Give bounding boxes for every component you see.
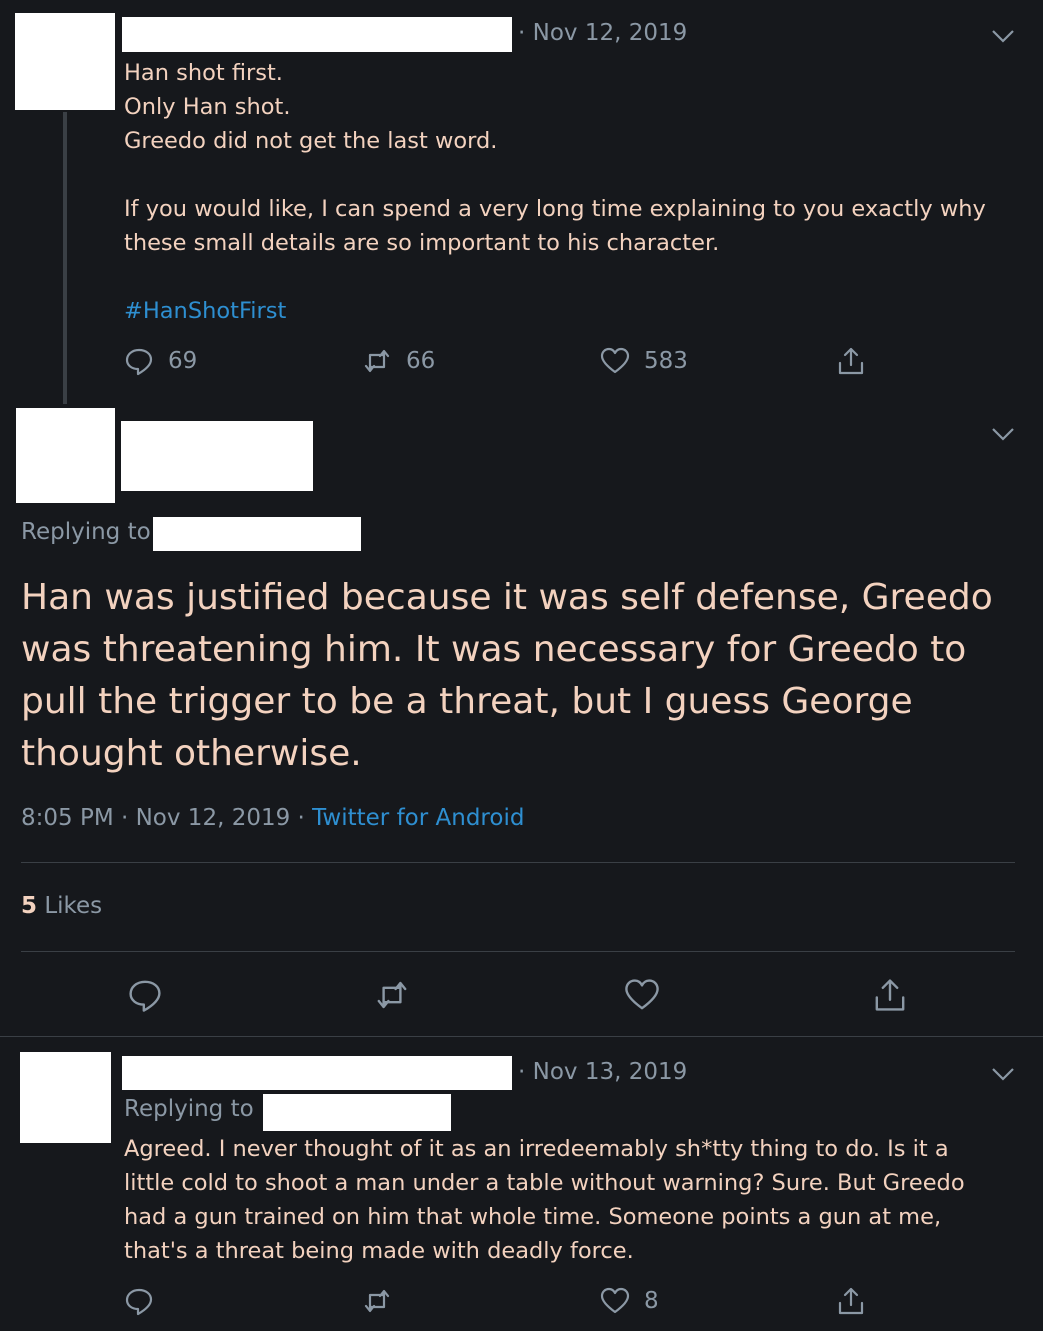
retweet-button[interactable] <box>362 1286 392 1316</box>
share-button[interactable] <box>836 346 866 376</box>
likes-count: 5 <box>21 893 38 919</box>
likes-label: Likes <box>37 893 103 919</box>
replying-to-label: Replying to <box>21 519 151 545</box>
avatar-redacted[interactable] <box>16 408 115 503</box>
hashtag-link[interactable]: #HanShotFirst <box>124 294 286 328</box>
avatar-redacted[interactable] <box>15 13 115 110</box>
share-button[interactable] <box>836 1286 866 1316</box>
tweet-text: Agreed. I never thought of it as an irre… <box>124 1136 965 1264</box>
reply-button[interactable] <box>127 977 163 1013</box>
retweet-icon <box>377 981 407 1009</box>
source-link[interactable]: Twitter for Android <box>312 805 524 831</box>
divider <box>21 862 1015 863</box>
like-button[interactable]: 8 <box>600 1286 659 1316</box>
reply-icon <box>125 1288 153 1316</box>
retweet-button[interactable]: 66 <box>362 346 435 376</box>
tweet-time[interactable]: 8:05 PM · Nov 12, 2019 · <box>21 805 312 831</box>
author-name-redacted[interactable] <box>122 1056 512 1090</box>
replying-to-handle-redacted[interactable] <box>153 517 361 551</box>
reply-button[interactable]: 69 <box>124 346 197 376</box>
tweet-text: Han was justified because it was self de… <box>21 577 993 774</box>
retweet-icon <box>364 1289 390 1313</box>
reply-count: 69 <box>168 348 198 374</box>
retweet-button[interactable] <box>374 977 410 1013</box>
author-name-redacted[interactable] <box>122 17 512 52</box>
tweet-timestamp: 8:05 PM · Nov 12, 2019 · Twitter for And… <box>21 805 524 831</box>
likes-summary[interactable]: 5 Likes <box>21 893 102 919</box>
share-icon <box>875 979 905 1011</box>
share-icon <box>838 347 864 375</box>
share-icon <box>838 1287 864 1315</box>
author-name-redacted[interactable] <box>121 421 313 491</box>
heart-icon <box>600 347 630 374</box>
avatar-redacted[interactable] <box>20 1052 111 1143</box>
chevron-down-icon[interactable] <box>990 424 1016 444</box>
retweet-icon <box>364 349 390 373</box>
heart-icon <box>625 979 659 1010</box>
heart-icon <box>600 1287 630 1314</box>
like-button[interactable] <box>624 977 660 1013</box>
thread-line <box>63 112 67 404</box>
divider <box>21 951 1015 952</box>
chevron-down-icon[interactable] <box>990 26 1016 46</box>
reply-button[interactable] <box>124 1286 154 1316</box>
reply-icon <box>129 980 161 1012</box>
tweet-text: Han shot first. Only Han shot. Greedo di… <box>124 60 986 256</box>
like-count: 583 <box>644 348 688 374</box>
like-button[interactable]: 583 <box>600 346 688 376</box>
tweet-date[interactable]: · Nov 13, 2019 <box>518 1059 687 1085</box>
chevron-down-icon[interactable] <box>990 1064 1016 1084</box>
replying-to-label: Replying to <box>124 1096 254 1122</box>
reply-icon <box>125 348 153 376</box>
share-button[interactable] <box>872 977 908 1013</box>
replying-to-handle-redacted[interactable] <box>263 1094 451 1131</box>
retweet-count: 66 <box>406 348 436 374</box>
like-count: 8 <box>644 1288 659 1314</box>
tweet-date[interactable]: · Nov 12, 2019 <box>518 20 687 46</box>
section-divider <box>0 1036 1043 1037</box>
